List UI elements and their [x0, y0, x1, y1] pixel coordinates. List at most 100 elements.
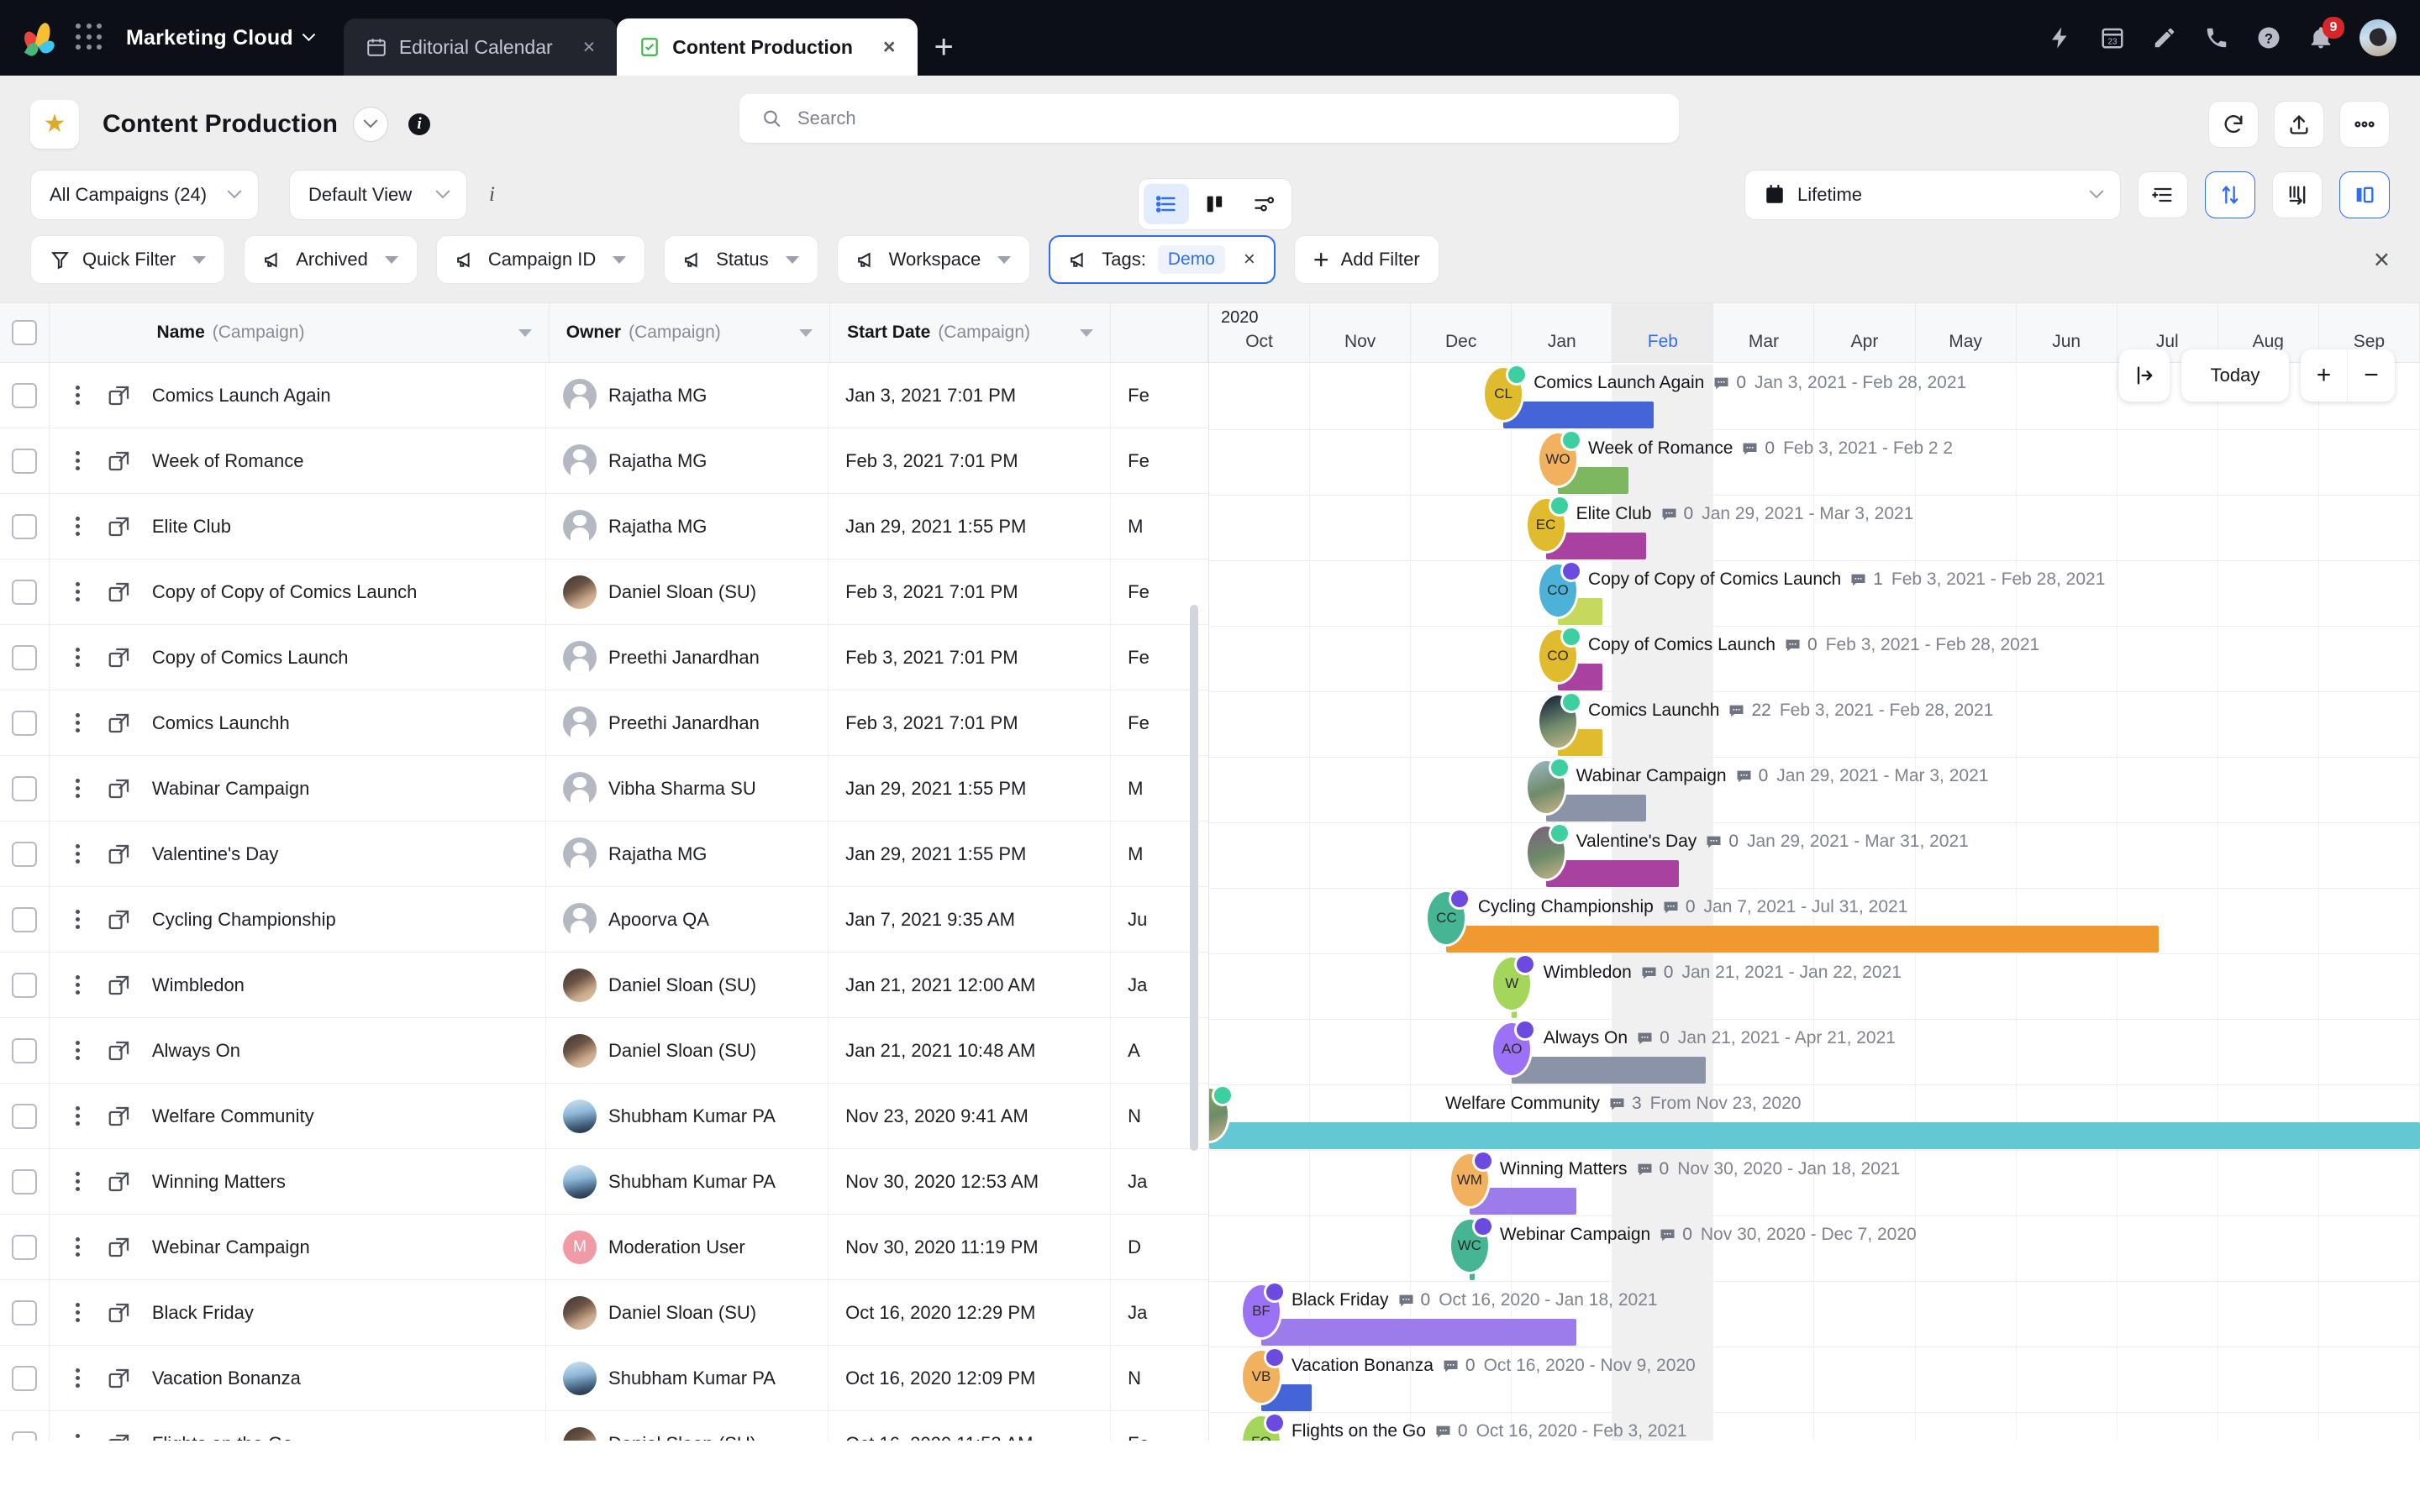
today-button[interactable]: Today: [2181, 349, 2289, 402]
help-icon[interactable]: ?: [2255, 24, 2282, 51]
filter-archived[interactable]: Archived: [244, 235, 418, 284]
view-info-icon[interactable]: i: [489, 183, 495, 207]
upload-button[interactable]: [2274, 101, 2324, 148]
row-menu-icon[interactable]: [63, 648, 93, 667]
filter-workspace[interactable]: Workspace: [836, 235, 1031, 284]
open-record-icon[interactable]: [107, 580, 132, 605]
row-checkbox[interactable]: [11, 1431, 37, 1441]
board-view-button[interactable]: [1192, 184, 1238, 224]
table-row[interactable]: Wabinar Campaign Vibha Sharma SU Jan 29, 2…: [0, 755, 1208, 822]
open-record-icon[interactable]: [107, 1366, 132, 1391]
row-menu-icon[interactable]: [63, 1368, 93, 1388]
lightning-icon[interactable]: [2047, 24, 2074, 51]
table-row[interactable]: Wimbledon Daniel Sloan (SU) Jan 21, 2021 1…: [0, 952, 1208, 1018]
clear-all-filters-icon[interactable]: ×: [2374, 244, 2390, 276]
group-by-button[interactable]: [2138, 171, 2188, 218]
table-row[interactable]: Elite Club Rajatha MG Jan 29, 2021 1:55 PM…: [0, 493, 1208, 559]
open-record-icon[interactable]: [107, 1104, 132, 1129]
row-checkbox[interactable]: [11, 579, 37, 605]
table-row[interactable]: Week of Romance Rajatha MG Feb 3, 2021 7:0…: [0, 428, 1208, 494]
clear-tag-filter-icon[interactable]: ×: [1244, 248, 1255, 271]
gantt-bar[interactable]: [1446, 926, 2159, 953]
org-switcher[interactable]: Marketing Cloud: [126, 26, 316, 50]
table-row[interactable]: Welfare Community Shubham Kumar PA Nov 23,…: [0, 1083, 1208, 1149]
app-switcher-grid-icon[interactable]: [76, 24, 104, 52]
row-checkbox[interactable]: [11, 1365, 37, 1391]
sort-button[interactable]: [2205, 171, 2255, 218]
date-range-select[interactable]: Lifetime: [1744, 170, 2121, 220]
open-record-icon[interactable]: [107, 1300, 132, 1326]
gantt-row[interactable]: Vacation Bonanza 0 Oct 16, 2020 - Nov 9, 2…: [1209, 1347, 2420, 1413]
user-avatar[interactable]: [2360, 19, 2396, 56]
gantt-row[interactable]: Wabinar Campaign 0 Jan 29, 2021 - Mar 3, 2…: [1209, 758, 2420, 823]
gantt-bar[interactable]: [1209, 1122, 2420, 1149]
zoom-out-button[interactable]: −: [2348, 349, 2395, 402]
table-row[interactable]: Copy of Copy of Comics Launch Daniel Sloa…: [0, 559, 1208, 625]
phone-icon[interactable]: [2203, 24, 2230, 51]
close-icon[interactable]: ×: [565, 35, 596, 60]
row-checkbox[interactable]: [11, 1168, 37, 1194]
table-row[interactable]: Black Friday Daniel Sloan (SU) Oct 16, 202…: [0, 1279, 1208, 1346]
row-menu-icon[interactable]: [63, 386, 93, 405]
filter-status[interactable]: Status: [664, 235, 818, 284]
row-menu-icon[interactable]: [63, 975, 93, 995]
table-row[interactable]: Comics Launch Again Rajatha MG Jan 3, 2021…: [0, 362, 1208, 428]
row-menu-icon[interactable]: [63, 1106, 93, 1126]
row-checkbox[interactable]: [11, 644, 37, 670]
gantt-row[interactable]: Comics Launchh 22 Feb 3, 2021 - Feb 28, 20…: [1209, 692, 2420, 758]
close-icon[interactable]: ×: [865, 35, 896, 60]
row-checkbox[interactable]: [11, 382, 37, 408]
open-record-icon[interactable]: [107, 1431, 132, 1441]
more-options-button[interactable]: [2339, 101, 2390, 148]
row-menu-icon[interactable]: [63, 1434, 93, 1441]
row-menu-icon[interactable]: [63, 451, 93, 470]
gantt-row[interactable]: Black Friday 0 Oct 16, 2020 - Jan 18, 2021…: [1209, 1282, 2420, 1347]
gantt-row[interactable]: Wimbledon 0 Jan 21, 2021 - Jan 22, 2021 W: [1209, 954, 2420, 1020]
row-menu-icon[interactable]: [63, 582, 93, 601]
table-row[interactable]: Always On Daniel Sloan (SU) Jan 21, 2021 1…: [0, 1017, 1208, 1084]
gantt-bar[interactable]: [1545, 860, 1680, 887]
open-record-icon[interactable]: [107, 383, 132, 408]
chevron-down-icon[interactable]: [799, 328, 813, 337]
gantt-row[interactable]: Valentine's Day 0 Jan 29, 2021 - Mar 31, 2…: [1209, 823, 2420, 889]
column-header-owner[interactable]: Owner (Campaign): [550, 303, 831, 362]
column-header-end-date[interactable]: [1111, 303, 1208, 362]
table-row[interactable]: Copy of Comics Launch Preethi Janardhan Fe…: [0, 624, 1208, 690]
open-record-icon[interactable]: [107, 842, 132, 867]
row-checkbox[interactable]: [11, 1103, 37, 1129]
view-select[interactable]: Default View: [289, 170, 467, 220]
table-row[interactable]: Comics Launchh Preethi Janardhan Feb 3, 20…: [0, 690, 1208, 756]
gantt-row[interactable]: Webinar Campaign 0 Nov 30, 2020 - Dec 7, 2…: [1209, 1216, 2420, 1282]
row-checkbox[interactable]: [11, 448, 37, 474]
search-box[interactable]: [739, 94, 1679, 143]
open-record-icon[interactable]: [107, 449, 132, 474]
filter-tags[interactable]: Tags: Demo ×: [1049, 235, 1276, 284]
row-menu-icon[interactable]: [63, 1237, 93, 1257]
table-row[interactable]: Webinar Campaign M Moderation User Nov 30, …: [0, 1214, 1208, 1280]
info-icon[interactable]: i: [408, 113, 430, 135]
refresh-button[interactable]: [2208, 101, 2259, 148]
fit-to-screen-button[interactable]: [2119, 349, 2170, 402]
calendar-23-icon[interactable]: 23: [2099, 24, 2126, 51]
open-record-icon[interactable]: [107, 776, 132, 801]
tab-content-production[interactable]: Content Production ×: [617, 18, 918, 76]
column-resize-button[interactable]: [2272, 171, 2323, 218]
gantt-bar[interactable]: [1503, 402, 1654, 428]
open-record-icon[interactable]: [107, 973, 132, 998]
row-checkbox[interactable]: [11, 906, 37, 932]
tab-editorial-calendar[interactable]: Editorial Calendar ×: [343, 18, 618, 76]
chevron-down-icon[interactable]: [1080, 328, 1094, 337]
gantt-bar[interactable]: [1512, 1057, 1706, 1084]
filter-campaign-id[interactable]: Campaign ID: [435, 235, 646, 284]
open-record-icon[interactable]: [107, 907, 132, 932]
row-checkbox[interactable]: [11, 972, 37, 998]
row-menu-icon[interactable]: [63, 713, 93, 732]
row-menu-icon[interactable]: [63, 844, 93, 864]
row-menu-icon[interactable]: [63, 1172, 93, 1191]
open-record-icon[interactable]: [107, 514, 132, 539]
table-row[interactable]: Winning Matters Shubham Kumar PA Nov 30, 2…: [0, 1148, 1208, 1215]
bell-icon[interactable]: 9: [2307, 17, 2344, 51]
gantt-row[interactable]: Flights on the Go 0 Oct 16, 2020 - Feb 3, …: [1209, 1413, 2420, 1441]
open-record-icon[interactable]: [107, 1038, 132, 1063]
gantt-row[interactable]: Cycling Championship 0 Jan 7, 2021 - Jul 3…: [1209, 889, 2420, 954]
